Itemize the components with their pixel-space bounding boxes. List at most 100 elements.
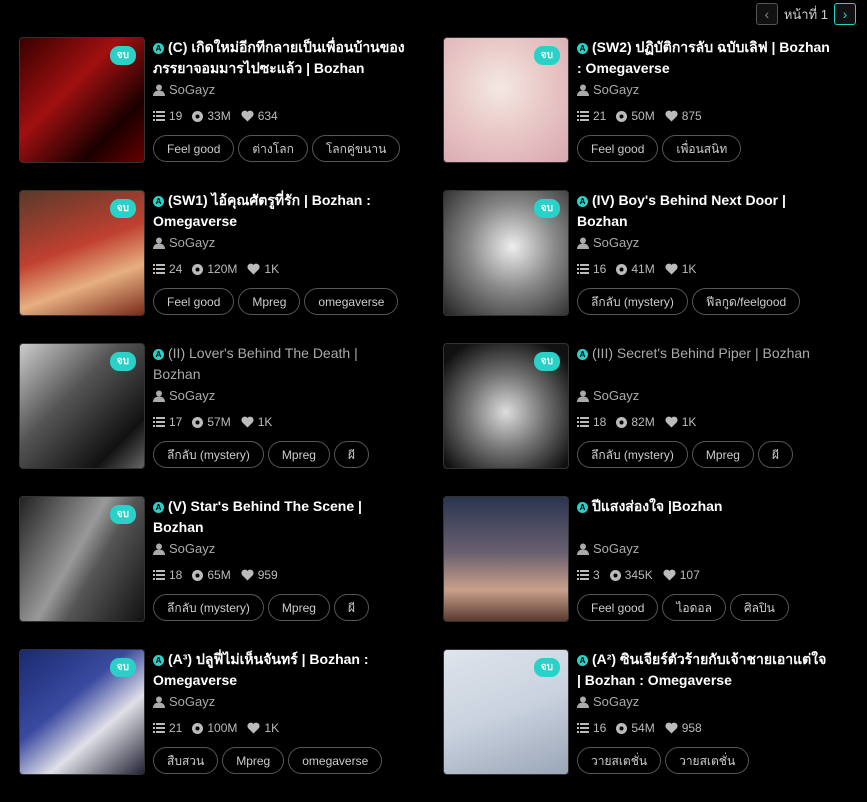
chapter-count-value: 16: [593, 262, 607, 276]
chapter-count: 18: [153, 568, 182, 582]
story-cover-image[interactable]: จบ: [443, 37, 569, 163]
view-count-value: 33M: [207, 109, 231, 123]
tag-chip[interactable]: ลึกลับ (mystery): [153, 594, 264, 621]
story-title-link[interactable]: A (SW2) ปฏิบัติการลับ ฉบับเลิฟ | Bozhan :…: [577, 37, 831, 79]
tag-chip[interactable]: ลึกลับ (mystery): [153, 441, 264, 468]
tag-chip[interactable]: Mpreg: [238, 288, 301, 315]
like-count-value: 875: [681, 109, 702, 123]
heart-icon: [241, 569, 254, 581]
tag-chip[interactable]: ไอดอล: [662, 594, 726, 621]
tag-chip[interactable]: วายสเตชั่น: [665, 747, 750, 774]
story-cover-image[interactable]: จบ: [19, 343, 145, 469]
user-icon: [153, 237, 165, 249]
story-title-link[interactable]: A (SW1) ไอ้คุณศัตรูที่รัก | Bozhan : Omeg…: [153, 190, 407, 232]
tag-chip[interactable]: สืบสวน: [153, 747, 219, 774]
heart-icon: [665, 110, 678, 122]
tag-chip[interactable]: ศิลปิน: [729, 594, 789, 621]
prev-page-button[interactable]: ‹: [755, 3, 778, 25]
story-card[interactable]: A ปีแสงส่องใจ |Bozhan SoGayz 3 345K 107 Feel g…: [443, 496, 867, 649]
next-page-button[interactable]: ›: [834, 3, 856, 25]
tag-chip[interactable]: ลึกลับ (mystery): [577, 288, 688, 315]
tag-chip[interactable]: Mpreg: [267, 441, 330, 468]
story-card[interactable]: จบ A (III) Secret's Behind Piper | Bozhan S…: [443, 343, 867, 496]
author-link[interactable]: SoGayz: [577, 79, 831, 101]
list-icon: [577, 264, 589, 274]
author-link[interactable]: SoGayz: [577, 538, 831, 560]
story-cover-image[interactable]: จบ: [19, 496, 145, 622]
tag-chip[interactable]: Mpreg: [267, 594, 330, 621]
tag-chip[interactable]: ผี: [757, 441, 793, 468]
author-link[interactable]: SoGayz: [577, 232, 831, 254]
author-link[interactable]: SoGayz: [577, 385, 831, 407]
story-cover-image[interactable]: จบ: [19, 37, 145, 163]
rating-icon: A: [577, 196, 588, 207]
tag-chip[interactable]: โลกคู่ขนาน: [311, 135, 401, 162]
story-title-link[interactable]: A (C) เกิดใหม่อีกทีกลายเป็นเพื่อนบ้านของภ…: [153, 37, 407, 79]
tag-chip[interactable]: ฟีลกูด/feelgood: [691, 288, 801, 315]
story-title-link[interactable]: A (A²) ซินเจียร์ตัวร้ายกับเจ้าชายเอาแต่ใจ…: [577, 649, 831, 691]
tag-list: ลึกลับ (mystery) Mpreg ผี: [577, 441, 831, 468]
tag-chip[interactable]: Feel good: [153, 288, 235, 315]
tag-chip[interactable]: ลึกลับ (mystery): [577, 441, 688, 468]
views-icon: [192, 263, 204, 275]
author-link[interactable]: SoGayz: [577, 691, 831, 713]
tag-chip[interactable]: เพื่อนสนิท: [662, 135, 742, 162]
tag-chip[interactable]: Feel good: [577, 135, 659, 162]
story-cover-image[interactable]: จบ: [443, 649, 569, 775]
like-count: 1K: [665, 415, 697, 429]
story-card[interactable]: จบ A (SW1) ไอ้คุณศัตรูที่รัก | Bozhan : Om…: [19, 190, 443, 343]
tag-chip[interactable]: ผี: [333, 441, 369, 468]
views-icon: [192, 722, 204, 734]
story-card[interactable]: จบ A (V) Star's Behind The Scene | Bozhan S…: [19, 496, 443, 649]
like-count-value: 958: [681, 721, 702, 735]
author-link[interactable]: SoGayz: [153, 232, 407, 254]
story-cover-image[interactable]: จบ: [443, 190, 569, 316]
story-cover-image[interactable]: จบ: [19, 649, 145, 775]
author-link[interactable]: SoGayz: [153, 79, 407, 101]
story-card[interactable]: จบ A (SW2) ปฏิบัติการลับ ฉบับเลิฟ | Bozhan…: [443, 37, 867, 190]
story-card[interactable]: จบ A (C) เกิดใหม่อีกทีกลายเป็นเพื่อนบ้านขอ…: [19, 37, 443, 190]
tag-chip[interactable]: วายสเตชั่น: [577, 747, 662, 774]
view-count: 345K: [609, 568, 653, 582]
story-title-link[interactable]: A (II) Lover's Behind The Death | Bozhan: [153, 343, 407, 385]
story-cover-image[interactable]: จบ: [19, 190, 145, 316]
tag-chip[interactable]: omegaverse: [288, 747, 383, 774]
story-title-link[interactable]: A (IV) Boy's Behind Next Door | Bozhan: [577, 190, 831, 232]
like-count-value: 1K: [681, 415, 697, 429]
story-card[interactable]: จบ A (A³) ปลูฟี่ไม่เห็นจันทร์ | Bozhan : O…: [19, 649, 443, 802]
story-card[interactable]: จบ A (IV) Boy's Behind Next Door | Bozhan S…: [443, 190, 867, 343]
story-title-link[interactable]: A (V) Star's Behind The Scene | Bozhan: [153, 496, 407, 538]
user-icon: [153, 84, 165, 96]
view-count-value: 65M: [207, 568, 231, 582]
tag-chip[interactable]: omegaverse: [304, 288, 399, 315]
story-cover-image[interactable]: [443, 496, 569, 622]
story-info: A (V) Star's Behind The Scene | Bozhan SoG…: [153, 496, 407, 649]
like-count: 1K: [247, 262, 279, 276]
author-link[interactable]: SoGayz: [153, 385, 407, 407]
story-title-text: (IV) Boy's Behind Next Door | Bozhan: [577, 192, 786, 229]
tag-list: Feel good ไอดอล ศิลปิน: [577, 594, 831, 621]
story-stats: 17 57M 1K: [153, 410, 407, 434]
story-grid: จบ A (C) เกิดใหม่อีกทีกลายเป็นเพื่อนบ้านขอ…: [19, 37, 867, 802]
chapter-count-value: 19: [169, 109, 183, 123]
story-title-link[interactable]: A ปีแสงส่องใจ |Bozhan: [577, 496, 831, 538]
story-card[interactable]: จบ A (A²) ซินเจียร์ตัวร้ายกับเจ้าชายเอาแต่…: [443, 649, 867, 802]
story-info: A (II) Lover's Behind The Death | Bozhan S…: [153, 343, 407, 496]
tag-chip[interactable]: Mpreg: [222, 747, 285, 774]
author-link[interactable]: SoGayz: [153, 538, 407, 560]
page-number-label: หน้าที่ 1: [783, 6, 828, 22]
tag-chip[interactable]: Feel good: [153, 135, 235, 162]
author-link[interactable]: SoGayz: [153, 691, 407, 713]
completed-badge: จบ: [109, 46, 136, 65]
story-card[interactable]: จบ A (II) Lover's Behind The Death | Bozha…: [19, 343, 443, 496]
tag-chip[interactable]: Feel good: [577, 594, 659, 621]
tag-chip[interactable]: ต่างโลก: [238, 135, 308, 162]
story-title-link[interactable]: A (A³) ปลูฟี่ไม่เห็นจันทร์ | Bozhan : Ome…: [153, 649, 407, 691]
view-count-value: 54M: [631, 721, 655, 735]
story-cover-image[interactable]: จบ: [443, 343, 569, 469]
tag-chip[interactable]: ผี: [333, 594, 369, 621]
tag-chip[interactable]: Mpreg: [691, 441, 754, 468]
view-count: 41M: [616, 262, 655, 276]
list-icon: [153, 570, 165, 580]
story-title-link[interactable]: A (III) Secret's Behind Piper | Bozhan: [577, 343, 831, 385]
